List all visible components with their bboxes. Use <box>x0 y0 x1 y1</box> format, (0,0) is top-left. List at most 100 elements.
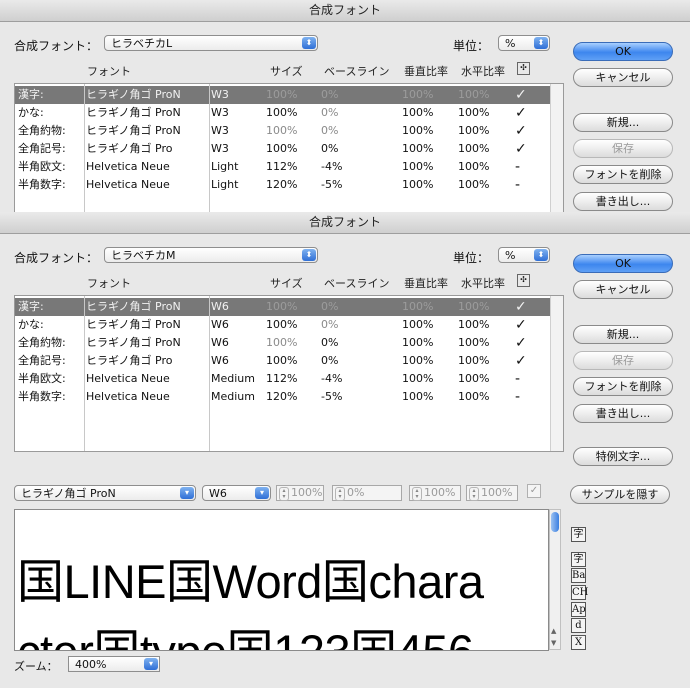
scroll-up-icon[interactable]: ▲ <box>551 627 556 635</box>
table-row[interactable]: 漢字: ヒラギノ角ゴ ProN W3 100% 0% 100% 100% ✓ <box>15 86 552 104</box>
save-button[interactable]: 保存 <box>573 351 673 370</box>
table-row[interactable]: 半角欧文: Helvetica Neue Medium 112% -4% 100… <box>15 370 552 388</box>
row-size: 120% <box>266 390 298 403</box>
unit-select[interactable]: % ⬍ <box>498 35 550 51</box>
row-size: 100% <box>266 300 298 313</box>
ok-button[interactable]: OK <box>573 254 673 273</box>
composite-font-select[interactable]: ヒラベチカM ⬍ <box>104 247 318 263</box>
delete-font-button[interactable]: フォントを削除 <box>573 377 673 396</box>
new-button[interactable]: 新規... <box>573 113 673 132</box>
column-divider <box>84 296 85 451</box>
row-name: 半角数字: <box>18 178 66 191</box>
unit-label: 単位： <box>453 251 490 265</box>
x-height-tool-icon[interactable]: X <box>571 635 586 650</box>
row-hscale: 100% <box>458 106 490 119</box>
row-hscale: 100% <box>458 178 490 191</box>
dash-icon[interactable]: - <box>515 370 520 388</box>
zoom-select[interactable]: 400% ▾ <box>68 656 160 672</box>
row-weight: Light <box>211 178 239 191</box>
baseline-field[interactable]: ▴ ▾ 0% <box>332 485 402 501</box>
check-icon[interactable]: ✓ <box>515 298 527 316</box>
row-baseline: 0% <box>321 354 339 367</box>
row-baseline: 0% <box>321 336 339 349</box>
table-row[interactable]: 半角欧文: Helvetica Neue Light 112% -4% 100%… <box>15 158 552 176</box>
popup-arrow-icon: ▾ <box>144 658 158 670</box>
unit-label: 単位： <box>453 39 490 53</box>
header-vscale: 垂直比率 <box>404 277 448 290</box>
embox-tool-icon[interactable]: 字 <box>571 527 586 542</box>
stepper-icon[interactable]: ▴ ▾ <box>279 487 289 501</box>
new-button[interactable]: 新規... <box>573 325 673 344</box>
table-scrollbar[interactable] <box>550 84 563 212</box>
ok-button[interactable]: OK <box>573 42 673 61</box>
cancel-button[interactable]: キャンセル <box>573 68 673 87</box>
row-vscale: 100% <box>402 124 434 137</box>
check-icon[interactable]: ✓ <box>515 86 527 104</box>
header-font: フォント <box>87 277 131 290</box>
table-row[interactable]: 全角記号: ヒラギノ角ゴ Pro W6 100% 0% 100% 100% ✓ <box>15 352 552 370</box>
cap-height-tool-icon[interactable]: CH <box>571 585 588 600</box>
font-weight-select[interactable]: W6 ▾ <box>202 485 271 501</box>
table-row[interactable]: 全角約物: ヒラギノ角ゴ ProN W6 100% 0% 100% 100% ✓ <box>15 334 552 352</box>
table-row[interactable]: 半角数字: Helvetica Neue Light 120% -5% 100%… <box>15 176 552 194</box>
row-font: ヒラギノ角ゴ Pro <box>86 354 173 367</box>
font-family-select[interactable]: ヒラギノ角ゴ ProN ▾ <box>14 485 196 501</box>
table-row[interactable]: 漢字: ヒラギノ角ゴ ProN W6 100% 0% 100% 100% ✓ <box>15 298 552 316</box>
icf-tool-icon[interactable]: 字 <box>571 552 586 567</box>
hide-sample-button[interactable]: サンプルを隠す <box>570 485 670 504</box>
row-name: 半角数字: <box>18 390 66 403</box>
stepper-icon[interactable]: ▴ ▾ <box>412 487 422 501</box>
ascender-tool-icon[interactable]: Ap <box>571 602 586 617</box>
table-row[interactable]: かな: ヒラギノ角ゴ ProN W3 100% 0% 100% 100% ✓ <box>15 104 552 122</box>
scroll-down-icon[interactable]: ▼ <box>551 639 556 647</box>
grid-icon[interactable]: ✣ <box>517 274 530 287</box>
grid-icon[interactable]: ✣ <box>517 62 530 75</box>
table-row[interactable]: かな: ヒラギノ角ゴ ProN W6 100% 0% 100% 100% ✓ <box>15 316 552 334</box>
stepper-icon[interactable]: ▴ ▾ <box>469 487 479 501</box>
dash-icon[interactable]: - <box>515 388 520 406</box>
dash-icon[interactable]: - <box>515 176 520 194</box>
column-divider <box>209 296 210 451</box>
table-row[interactable]: 全角約物: ヒラギノ角ゴ ProN W3 100% 0% 100% 100% ✓ <box>15 122 552 140</box>
scale-checkbox[interactable]: ✓ <box>527 484 541 498</box>
row-weight: Light <box>211 160 239 173</box>
export-button[interactable]: 書き出し... <box>573 404 673 423</box>
header-hscale: 水平比率 <box>461 65 505 78</box>
check-icon[interactable]: ✓ <box>515 316 527 334</box>
row-vscale: 100% <box>402 106 434 119</box>
scroll-thumb[interactable] <box>551 512 559 532</box>
check-icon[interactable]: ✓ <box>515 334 527 352</box>
check-icon[interactable]: ✓ <box>515 122 527 140</box>
table-row[interactable]: 全角記号: ヒラギノ角ゴ Pro W3 100% 0% 100% 100% ✓ <box>15 140 552 158</box>
special-characters-button[interactable]: 特例文字... <box>573 447 673 466</box>
size-value: 100% <box>291 486 323 499</box>
descender-tool-icon[interactable]: d <box>571 618 586 633</box>
popup-arrow-icon: ⬍ <box>302 249 316 261</box>
table-scrollbar[interactable] <box>550 296 563 451</box>
window-title: 合成フォント <box>0 0 690 22</box>
window-title: 合成フォント <box>0 212 690 234</box>
baseline-tool-icon[interactable]: Ba <box>571 568 586 583</box>
stepper-icon[interactable]: ▴ ▾ <box>335 487 345 501</box>
export-button[interactable]: 書き出し... <box>573 192 673 211</box>
cancel-button[interactable]: キャンセル <box>573 280 673 299</box>
composite-font-select[interactable]: ヒラベチカL ⬍ <box>104 35 318 51</box>
hscale-field[interactable]: ▴ ▾ 100% <box>466 485 518 501</box>
row-name: 全角約物: <box>18 336 66 349</box>
save-button[interactable]: 保存 <box>573 139 673 158</box>
vscale-field[interactable]: ▴ ▾ 100% <box>409 485 461 501</box>
dash-icon[interactable]: - <box>515 158 520 176</box>
size-field[interactable]: ▴ ▾ 100% <box>276 485 324 501</box>
row-vscale: 100% <box>402 336 434 349</box>
row-name: 半角欧文: <box>18 160 66 173</box>
delete-font-button[interactable]: フォントを削除 <box>573 165 673 184</box>
table-row[interactable]: 半角数字: Helvetica Neue Medium 120% -5% 100… <box>15 388 552 406</box>
check-icon[interactable]: ✓ <box>515 352 527 370</box>
popup-arrow-icon: ▾ <box>255 487 269 499</box>
check-icon[interactable]: ✓ <box>515 104 527 122</box>
unit-select[interactable]: % ⬍ <box>498 247 550 263</box>
preview-scrollbar[interactable]: ▲ ▼ <box>549 509 561 650</box>
check-icon[interactable]: ✓ <box>515 140 527 158</box>
row-hscale: 100% <box>458 124 490 137</box>
vscale-value: 100% <box>424 486 456 499</box>
